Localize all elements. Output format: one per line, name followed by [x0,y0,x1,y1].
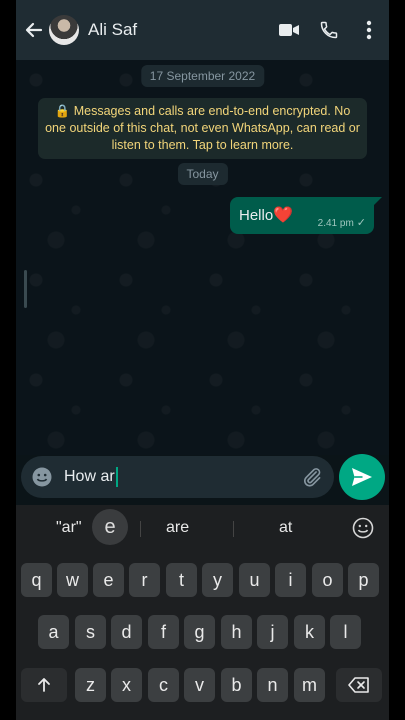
key-i[interactable]: i [275,563,306,597]
menu-button[interactable] [349,10,389,50]
contact-name[interactable]: Ali Saf [88,20,269,40]
suggestion-2[interactable]: are [166,519,189,537]
chat-header: Ali Saf [16,0,389,60]
key-preview-popup: e [92,509,128,545]
keyboard: "ar" e are at q w e r t y u i o p a s d [16,505,389,720]
date-label: 17 September 2022 [140,65,265,87]
whatsapp-screen: Ali Saf 17 September 2022 🔒 Messages and… [16,0,389,720]
keyboard-emoji-button[interactable] [350,515,376,541]
key-g[interactable]: g [184,615,215,649]
suggestion-3[interactable]: at [279,519,292,537]
key-d[interactable]: d [111,615,142,649]
arrow-left-icon [25,22,43,38]
message-timestamp: 2.41 pm [317,218,354,229]
suggestion-divider [233,521,234,537]
outgoing-message[interactable]: Hello❤️ 2.41 pm ✓ [230,197,382,234]
phone-icon [320,21,338,39]
scroll-indicator[interactable] [24,270,27,308]
today-label: Today [177,163,228,185]
text-caret [115,467,118,487]
key-o[interactable]: o [312,563,343,597]
key-x[interactable]: x [111,668,142,702]
video-camera-icon [279,24,299,36]
chat-area[interactable]: 17 September 2022 🔒 Messages and calls a… [16,60,389,455]
paperclip-icon [303,468,321,487]
video-call-button[interactable] [269,10,309,50]
shift-key[interactable] [21,668,67,702]
backspace-key[interactable] [336,668,382,702]
more-vertical-icon [366,20,372,40]
emoji-icon [352,517,374,539]
attach-button[interactable] [292,459,332,495]
message-time: 2.41 pm ✓ [318,216,366,229]
suggestion-divider [140,521,141,537]
suggestion-1[interactable]: "ar" [56,519,82,537]
send-icon [352,468,372,486]
key-l[interactable]: l [330,615,361,649]
key-b[interactable]: b [221,668,252,702]
key-row-1: q w e r t y u i o p [16,563,389,599]
backspace-icon [348,677,369,693]
key-q[interactable]: q [21,563,52,597]
emoji-icon [32,467,52,487]
sent-tick-icon: ✓ [356,217,366,229]
key-t[interactable]: t [166,563,197,597]
key-row-3: z x c v b n m [16,668,389,704]
encryption-notice[interactable]: 🔒 Messages and calls are end-to-end encr… [38,98,367,159]
emoji-button[interactable] [24,459,60,495]
key-m[interactable]: m [294,668,325,702]
key-a[interactable]: a [38,615,69,649]
avatar[interactable] [49,15,79,45]
key-z[interactable]: z [75,668,106,702]
key-j[interactable]: j [257,615,288,649]
key-n[interactable]: n [257,668,288,702]
key-w[interactable]: w [57,563,88,597]
shift-arrow-icon [38,678,50,692]
message-input-bar[interactable]: How ar [21,456,334,498]
key-r[interactable]: r [129,563,160,597]
voice-call-button[interactable] [309,10,349,50]
key-v[interactable]: v [184,668,215,702]
key-k[interactable]: k [294,615,325,649]
suggestion-bar: "ar" e are at [16,505,389,549]
key-h[interactable]: h [221,615,252,649]
key-s[interactable]: s [75,615,106,649]
heart-emoji: ❤️ [273,207,294,224]
message-input[interactable]: How ar [64,467,292,487]
message-body: Hello [239,207,274,224]
key-c[interactable]: c [148,668,179,702]
key-f[interactable]: f [148,615,179,649]
key-e[interactable]: e [93,563,124,597]
message-text: Hello❤️ [239,205,293,225]
send-button[interactable] [339,454,385,500]
key-p[interactable]: p [348,563,379,597]
key-u[interactable]: u [239,563,270,597]
key-row-2: a s d f g h j k l [16,615,389,651]
back-button[interactable] [19,10,49,50]
typed-text: How ar [64,468,115,486]
key-y[interactable]: y [202,563,233,597]
